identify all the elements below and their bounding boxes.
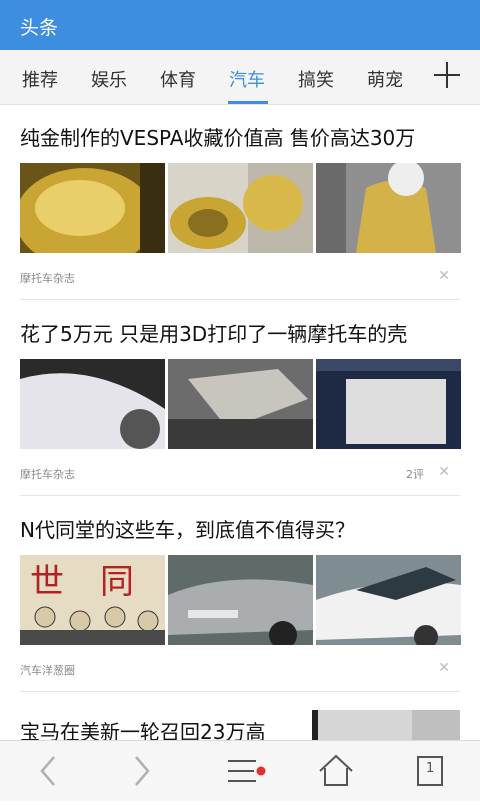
tab-pets[interactable]: 萌宠 <box>367 66 403 92</box>
article-thumbnails: 世 同 <box>20 555 461 645</box>
divider <box>20 299 460 300</box>
active-tab-indicator <box>228 101 268 104</box>
thumbnail-image[interactable] <box>168 359 313 449</box>
dismiss-icon[interactable]: ✕ <box>438 464 450 480</box>
menu-icon <box>228 760 266 782</box>
article-source: 摩托车杂志 <box>20 272 75 285</box>
tab-sports[interactable]: 体育 <box>160 66 196 92</box>
article-title[interactable]: 宝马在美新一轮召回23万高 <box>20 716 265 740</box>
thumbnail-image[interactable]: 世 同 <box>20 555 165 645</box>
tab-count: 1 <box>426 761 435 776</box>
app-header: 头条 <box>0 0 480 50</box>
thumbnail-image[interactable] <box>316 555 461 645</box>
add-channel-icon[interactable] <box>432 60 462 90</box>
thumbnail-image[interactable] <box>20 359 165 449</box>
dismiss-icon[interactable]: ✕ <box>438 268 450 284</box>
forward-button[interactable] <box>112 741 172 801</box>
article-source: 摩托车杂志 <box>20 468 75 481</box>
article-title[interactable]: 纯金制作的VESPA收藏价值高 售价高达30万 <box>20 122 415 151</box>
home-icon <box>319 754 353 786</box>
svg-text:世: 世 <box>30 562 64 602</box>
thumbnail-image[interactable] <box>316 359 461 449</box>
menu-button[interactable] <box>214 741 274 801</box>
thumbnail-image[interactable] <box>316 163 461 253</box>
article-thumbnails <box>20 163 461 253</box>
thumbnail-image[interactable] <box>168 163 313 253</box>
category-tabs: 推荐 娱乐 体育 汽车 搞笑 萌宠 <box>0 50 480 105</box>
back-button[interactable] <box>18 741 78 801</box>
dismiss-icon[interactable]: ✕ <box>438 660 450 676</box>
tab-entertainment[interactable]: 娱乐 <box>91 66 127 92</box>
article-thumbnails <box>20 359 461 449</box>
thumbnail-image[interactable] <box>168 555 313 645</box>
notification-dot <box>256 766 266 776</box>
home-button[interactable] <box>306 741 366 801</box>
bottom-navigation: 1 <box>0 740 480 801</box>
article-source: 汽车洋葱圈 <box>20 664 75 677</box>
news-feed[interactable]: 纯金制作的VESPA收藏价值高 售价高达30万 摩托车杂志 ✕ 花了5万元 只是… <box>0 105 480 740</box>
back-arrow-icon <box>40 756 55 786</box>
tab-funny[interactable]: 搞笑 <box>298 66 334 92</box>
article-title[interactable]: 花了5万元 只是用3D打印了一辆摩托车的壳 <box>20 318 407 347</box>
tab-recommend[interactable]: 推荐 <box>22 66 58 92</box>
svg-text:同: 同 <box>100 562 134 602</box>
tab-auto[interactable]: 汽车 <box>229 66 265 92</box>
comment-count: 2评 <box>406 468 424 481</box>
article-title[interactable]: N代同堂的这些车，到底值不值得买？ <box>20 514 355 543</box>
thumbnail-image[interactable] <box>20 163 165 253</box>
forward-arrow-icon <box>135 756 150 786</box>
tabs-button[interactable]: 1 <box>400 741 460 801</box>
page-title: 头条 <box>20 17 59 39</box>
divider <box>20 691 460 692</box>
thumbnail-image[interactable] <box>312 710 460 740</box>
divider <box>20 495 460 496</box>
